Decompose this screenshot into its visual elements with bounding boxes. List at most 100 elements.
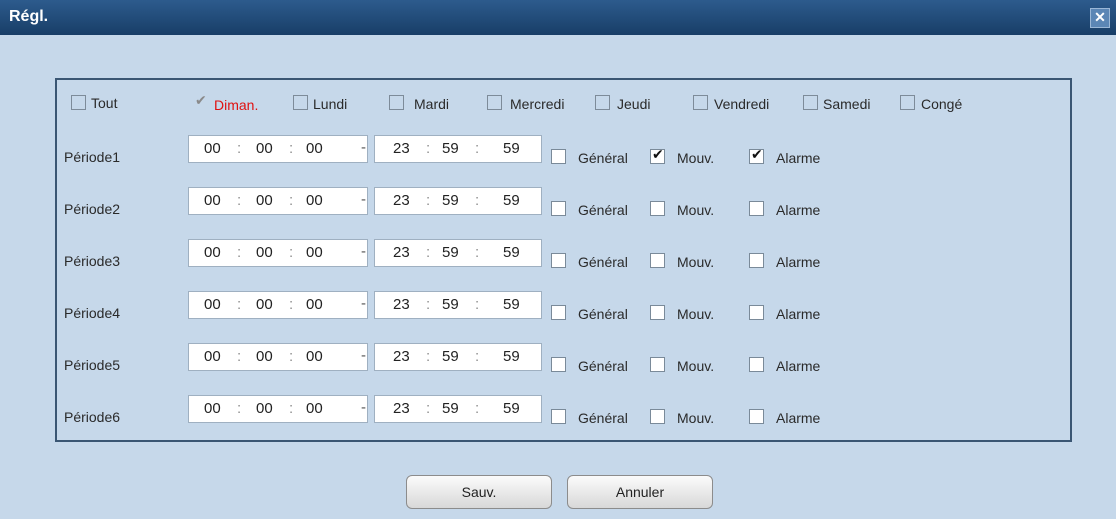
day-checkbox-samedi[interactable] (803, 95, 818, 110)
start-time-input[interactable]: 00:00:00 (188, 291, 368, 319)
end-time-input[interactable]: 23:59:59 (374, 135, 542, 163)
alarme-checkbox[interactable] (749, 357, 764, 372)
start-time-input[interactable]: 00:00:00 (188, 239, 368, 267)
start-minute[interactable]: 00 (256, 244, 273, 261)
window-title: Régl. (9, 8, 49, 25)
start-time-input[interactable]: 00:00:00 (188, 395, 368, 423)
general-label: Général (578, 202, 628, 218)
start-second[interactable]: 00 (306, 192, 323, 209)
end-second[interactable]: 59 (503, 192, 520, 209)
mouv-label: Mouv. (677, 202, 715, 218)
end-time-input[interactable]: 23:59:59 (374, 291, 542, 319)
day-checkbox-conge[interactable] (900, 95, 915, 110)
time-separator: : (475, 296, 480, 313)
end-minute[interactable]: 59 (442, 244, 459, 261)
end-time-input[interactable]: 23:59:59 (374, 239, 542, 267)
start-hour[interactable]: 00 (204, 296, 221, 313)
general-checkbox[interactable] (551, 149, 566, 164)
start-minute[interactable]: 00 (256, 140, 273, 157)
start-time-input[interactable]: 00:00:00 (188, 135, 368, 163)
end-time-input[interactable]: 23:59:59 (374, 395, 542, 423)
period-label: Période5 (64, 357, 121, 373)
day-label-tout: Tout (91, 95, 118, 111)
start-second[interactable]: 00 (306, 244, 323, 261)
alarme-checkbox[interactable] (749, 253, 764, 268)
end-hour[interactable]: 23 (393, 400, 410, 417)
alarme-label: Alarme (776, 306, 821, 322)
general-checkbox[interactable] (551, 305, 566, 320)
time-separator: : (289, 140, 294, 157)
start-minute[interactable]: 00 (256, 192, 273, 209)
start-minute[interactable]: 00 (256, 348, 273, 365)
start-hour[interactable]: 00 (204, 140, 221, 157)
day-label-lundi: Lundi (313, 96, 348, 112)
mouv-checkbox[interactable] (650, 147, 665, 164)
end-minute[interactable]: 59 (442, 192, 459, 209)
start-time-input[interactable]: 00:00:00 (188, 343, 368, 371)
general-checkbox[interactable] (551, 409, 566, 424)
alarme-checkbox[interactable] (749, 147, 764, 164)
general-checkbox[interactable] (551, 357, 566, 372)
day-checkbox-vendredi[interactable] (693, 95, 708, 110)
range-separator: - (361, 139, 366, 156)
mouv-checkbox[interactable] (650, 201, 665, 216)
period-label: Période3 (64, 253, 121, 269)
day-checkbox-mercredi[interactable] (487, 95, 502, 110)
end-minute[interactable]: 59 (442, 140, 459, 157)
end-minute[interactable]: 59 (442, 296, 459, 313)
time-separator: : (475, 400, 480, 417)
alarme-checkbox[interactable] (749, 201, 764, 216)
general-checkbox[interactable] (551, 201, 566, 216)
end-minute[interactable]: 59 (442, 400, 459, 417)
mouv-checkbox[interactable] (650, 253, 665, 268)
end-second[interactable]: 59 (503, 140, 520, 157)
start-hour[interactable]: 00 (204, 192, 221, 209)
start-second[interactable]: 00 (306, 296, 323, 313)
start-second[interactable]: 00 (306, 140, 323, 157)
day-checkbox-tout[interactable] (71, 95, 86, 110)
mouv-checkbox[interactable] (650, 357, 665, 372)
mouv-label: Mouv. (677, 410, 715, 426)
close-button[interactable]: ✕ (1090, 8, 1110, 28)
end-hour[interactable]: 23 (393, 348, 410, 365)
alarme-checkbox[interactable] (749, 305, 764, 320)
general-checkbox[interactable] (551, 253, 566, 268)
start-hour[interactable]: 00 (204, 244, 221, 261)
time-separator: : (237, 296, 242, 313)
day-checkbox-diman[interactable] (193, 93, 208, 110)
range-separator: - (361, 295, 366, 312)
end-time-input[interactable]: 23:59:59 (374, 187, 542, 215)
range-separator: - (361, 243, 366, 260)
save-button[interactable]: Sauv. (406, 475, 552, 509)
end-hour[interactable]: 23 (393, 140, 410, 157)
mouv-checkbox[interactable] (650, 409, 665, 424)
time-separator: : (237, 400, 242, 417)
alarme-checkbox[interactable] (749, 409, 764, 424)
end-time-input[interactable]: 23:59:59 (374, 343, 542, 371)
day-checkbox-lundi[interactable] (293, 95, 308, 110)
start-time-input[interactable]: 00:00:00 (188, 187, 368, 215)
mouv-checkbox[interactable] (650, 305, 665, 320)
start-minute[interactable]: 00 (256, 296, 273, 313)
time-separator: : (426, 244, 431, 261)
end-second[interactable]: 59 (503, 348, 520, 365)
end-second[interactable]: 59 (503, 400, 520, 417)
end-hour[interactable]: 23 (393, 244, 410, 261)
end-minute[interactable]: 59 (442, 348, 459, 365)
end-hour[interactable]: 23 (393, 192, 410, 209)
cancel-button[interactable]: Annuler (567, 475, 713, 509)
time-separator: : (475, 244, 480, 261)
start-hour[interactable]: 00 (204, 400, 221, 417)
start-second[interactable]: 00 (306, 400, 323, 417)
alarme-label: Alarme (776, 150, 821, 166)
end-hour[interactable]: 23 (393, 296, 410, 313)
day-checkbox-mardi[interactable] (389, 95, 404, 110)
start-hour[interactable]: 00 (204, 348, 221, 365)
day-checkbox-jeudi[interactable] (595, 95, 610, 110)
day-label-vendredi: Vendredi (714, 96, 770, 112)
start-minute[interactable]: 00 (256, 400, 273, 417)
start-second[interactable]: 00 (306, 348, 323, 365)
end-second[interactable]: 59 (503, 244, 520, 261)
general-label: Général (578, 254, 628, 270)
end-second[interactable]: 59 (503, 296, 520, 313)
